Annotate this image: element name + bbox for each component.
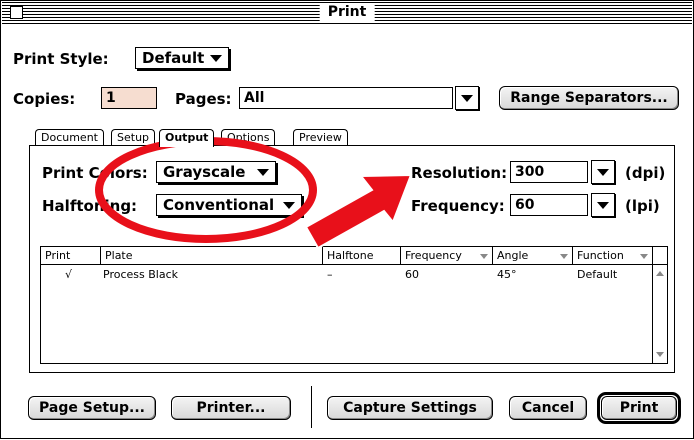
chevron-down-icon (257, 169, 269, 176)
print-button[interactable]: Print (601, 396, 677, 420)
pages-field[interactable]: All (239, 87, 453, 109)
column-header-halftone[interactable]: Halftone (323, 247, 401, 265)
printer-button[interactable]: Printer... (171, 396, 291, 420)
row-halftone: – (327, 268, 333, 281)
pages-dropdown-button[interactable] (455, 86, 479, 110)
footer-separator (311, 386, 312, 428)
table-scrollbar[interactable] (652, 265, 667, 363)
frequency-unit: (lpi) (625, 197, 660, 215)
row-frequency: 60 (405, 268, 419, 281)
print-style-value: Default (142, 49, 205, 67)
column-header-label: Function (577, 249, 624, 262)
column-header-frequency[interactable]: Frequency (401, 247, 493, 265)
column-header-label: Angle (497, 249, 529, 262)
window-title: Print (319, 3, 375, 22)
halftoning-popup[interactable]: Conventional (156, 194, 302, 216)
table-header: Print Plate Halftone Frequency Angle Fun… (41, 247, 667, 265)
scroll-up-arrow-icon[interactable] (656, 271, 664, 276)
row-angle: 45° (497, 268, 517, 281)
copies-label: Copies: (13, 90, 76, 108)
resolution-label: Resolution: (411, 164, 508, 182)
pages-label: Pages: (175, 90, 232, 108)
column-header-label: Halftone (327, 249, 374, 262)
column-header-angle[interactable]: Angle (493, 247, 573, 265)
copies-field[interactable]: 1 (101, 87, 157, 109)
chevron-down-icon (283, 202, 295, 209)
resolution-unit: (dpi) (625, 164, 666, 182)
tab-output[interactable]: Output (159, 129, 215, 147)
sort-arrow-icon (640, 254, 648, 259)
row-plate: Process Black (103, 268, 178, 281)
row-function: Default (577, 268, 618, 281)
column-header-print[interactable]: Print (41, 247, 101, 265)
halftoning-label: Halftoning: (42, 197, 138, 215)
chevron-down-icon (597, 169, 609, 176)
print-style-label: Print Style: (13, 50, 109, 68)
chevron-down-icon (597, 202, 609, 209)
row-print-check[interactable]: √ (65, 268, 72, 282)
close-box[interactable] (10, 6, 23, 19)
column-header-label: Frequency (405, 249, 462, 262)
frequency-dropdown-button[interactable] (591, 193, 615, 217)
cancel-button[interactable]: Cancel (509, 396, 587, 420)
halftoning-value: Conventional (163, 196, 275, 214)
frequency-field[interactable]: 60 (510, 194, 588, 216)
resolution-field[interactable]: 300 (510, 161, 588, 183)
print-colors-popup[interactable]: Grayscale (156, 161, 276, 183)
tab-setup[interactable]: Setup (111, 129, 156, 146)
title-bar[interactable]: Print (2, 2, 692, 24)
resolution-dropdown-button[interactable] (591, 160, 615, 184)
frequency-label: Frequency: (411, 197, 505, 215)
plates-table: Print Plate Halftone Frequency Angle Fun… (40, 246, 668, 364)
sort-arrow-icon (560, 254, 568, 259)
page-setup-button[interactable]: Page Setup... (28, 396, 156, 420)
column-header-label: Plate (105, 249, 133, 262)
print-colors-value: Grayscale (163, 163, 246, 181)
range-separators-button[interactable]: Range Separators... (499, 86, 679, 110)
print-style-popup[interactable]: Default (135, 47, 229, 69)
print-colors-label: Print Colors: (42, 164, 148, 182)
tab-document[interactable]: Document (35, 129, 104, 146)
column-header-function[interactable]: Function (573, 247, 653, 265)
column-header-plate[interactable]: Plate (101, 247, 323, 265)
tab-options[interactable]: Options (221, 129, 276, 146)
chevron-down-icon (210, 55, 222, 62)
capture-settings-button[interactable]: Capture Settings (327, 396, 493, 420)
tab-preview[interactable]: Preview (293, 129, 348, 146)
sort-arrow-icon (480, 254, 488, 259)
chevron-down-icon (461, 95, 473, 102)
print-dialog: Print Print Style: Default Copies: 1 Pag… (0, 0, 694, 439)
column-header-label: Print (45, 249, 71, 262)
scroll-down-arrow-icon[interactable] (656, 352, 664, 357)
